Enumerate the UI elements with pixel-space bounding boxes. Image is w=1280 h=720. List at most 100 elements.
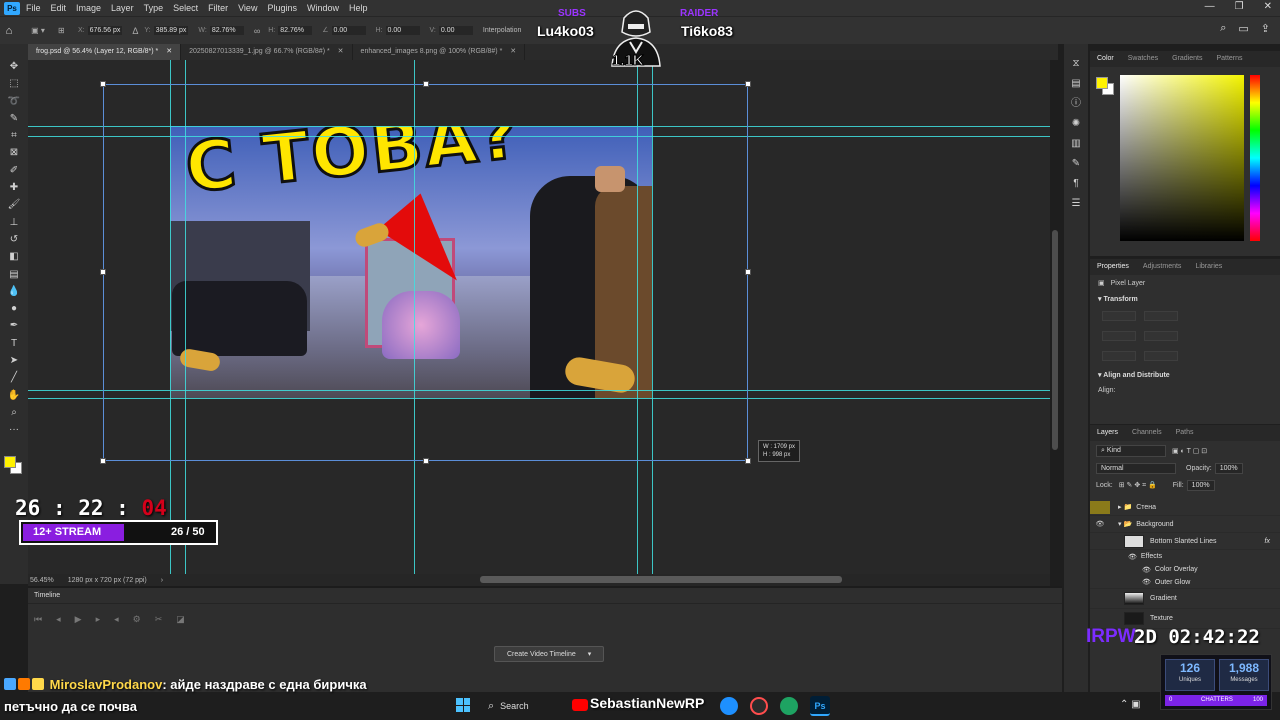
tab-adjustments[interactable]: Adjustments [1136,259,1189,275]
tab-channels[interactable]: Channels [1125,425,1169,441]
link-icon[interactable]: ∞ [254,26,260,36]
tab-swatches[interactable]: Swatches [1121,51,1165,67]
layer-row[interactable]: ▸ 📁 Стена [1090,499,1280,516]
menu-select[interactable]: Select [173,3,198,13]
color-fg-swatch[interactable] [1096,77,1108,89]
transform-handle-tr[interactable] [745,81,751,87]
align-section[interactable]: ▾ Align and Distribute [1090,367,1280,383]
brush-tool-icon[interactable]: 🖌 [0,196,28,213]
brush-settings-icon[interactable]: ▥ [1064,134,1088,154]
prop-flip-field[interactable] [1144,351,1178,361]
opacity-input[interactable]: 100% [1214,463,1243,474]
menu-type[interactable]: Type [144,3,164,13]
hand-tool-icon[interactable]: ✋ [0,387,28,404]
reference-point-icon[interactable]: ⊞ [58,26,78,35]
home-icon[interactable]: ⌂ [0,25,18,37]
zoom-tool-icon[interactable]: ⌕ [0,404,28,421]
move-tool-preset-icon[interactable]: ▣ ▾ [18,26,58,35]
transform-handle-t[interactable] [423,81,429,87]
layer-row[interactable]: 👁 ▾ 📂 Background [1090,516,1280,533]
height-field[interactable]: H: 82.76% [268,26,313,35]
brushes-icon[interactable]: ✺ [1064,114,1088,134]
prop-w-field[interactable] [1102,311,1136,321]
tab-enhanced-png[interactable]: enhanced_images 8.png @ 100% (RGB/8#) * … [353,44,526,60]
menu-file[interactable]: File [26,3,41,13]
comments-icon[interactable]: ▤ [1064,74,1088,94]
foreground-color-swatch[interactable] [4,456,16,468]
layer-row[interactable]: Gradient [1090,589,1280,609]
gradient-tool-icon[interactable]: ▤ [0,266,28,283]
chrome-icon[interactable] [780,697,798,715]
adjust-icon[interactable]: ✎ [1064,154,1088,174]
menu-layer[interactable]: Layer [111,3,134,13]
prev-frame-icon[interactable]: ◂ [56,614,61,625]
zoom-level[interactable]: 56.45% [30,577,54,584]
transform-section[interactable]: ▾ Transform [1090,291,1280,307]
effect-outer-glow[interactable]: 👁 Outer Glow [1090,576,1280,589]
layer-row[interactable]: Bottom Slanted Lines fx [1090,533,1280,550]
system-tray-icon[interactable]: ⌃ ▣ [1120,699,1141,710]
stamp-tool-icon[interactable]: ⊥ [0,214,28,231]
frame-tool-icon[interactable]: ⊠ [0,144,28,161]
menu-window[interactable]: Window [307,3,339,13]
healing-tool-icon[interactable]: ✚ [0,179,28,196]
path-select-tool-icon[interactable]: ➤ [0,352,28,369]
info-icon[interactable]: ⓘ [1064,94,1088,114]
chrome-icon[interactable] [720,697,738,715]
line-tool-icon[interactable]: ╱ [0,369,28,386]
first-frame-icon[interactable]: ⏮ [34,614,42,625]
tab-gradients[interactable]: Gradients [1165,51,1209,67]
status-arrow-icon[interactable]: › [161,577,163,584]
paragraph-icon[interactable]: ¶ [1064,174,1088,194]
quick-select-tool-icon[interactable]: ✎ [0,110,28,127]
transform-handle-r[interactable] [745,269,751,275]
tab-jpg[interactable]: 20250827013339_1.jpg @ 66.7% (RGB/8#) * … [181,44,353,60]
vertical-scrollbar[interactable] [1052,230,1058,450]
tab-libraries[interactable]: Libraries [1188,259,1229,275]
visibility-icon[interactable]: 👁 [1090,520,1110,528]
crop-tool-icon[interactable]: ⌗ [0,127,28,144]
eyedropper-tool-icon[interactable]: ✐ [0,162,28,179]
search-icon[interactable]: ⌕ [1220,22,1226,35]
sliders-icon[interactable]: ☰ [1064,194,1088,214]
tab-properties[interactable]: Properties [1090,259,1136,275]
transition-icon[interactable]: ◪ [176,614,185,625]
share-icon[interactable]: ⇪ [1261,22,1270,35]
app-icon[interactable] [750,697,768,715]
prop-h-field[interactable] [1102,331,1136,341]
prop-angle-field[interactable] [1102,351,1136,361]
photoshop-logo-icon[interactable]: Ps [4,1,20,15]
transform-bounding-box[interactable] [103,84,748,461]
color-picker-field[interactable] [1120,75,1244,241]
effect-color-overlay[interactable]: 👁 Color Overlay [1090,563,1280,576]
layer-filter-kind[interactable]: ⌕ Kind [1096,445,1166,457]
tab-patterns[interactable]: Patterns [1209,51,1249,67]
transform-handle-bl[interactable] [100,458,106,464]
hue-slider[interactable] [1250,75,1260,241]
prop-y-field[interactable] [1144,331,1178,341]
menu-view[interactable]: View [238,3,257,13]
width-field[interactable]: W: 82.76% [198,26,244,35]
type-tool-icon[interactable]: T [0,335,28,352]
move-tool-icon[interactable]: ✥ [0,58,28,75]
filter-icons[interactable]: ▣ ◐ T ▢ ⊡ [1172,447,1207,455]
blend-mode-select[interactable]: Normal [1096,463,1176,474]
lasso-tool-icon[interactable]: ➰ [0,93,28,110]
menu-help[interactable]: Help [349,3,368,13]
play-icon[interactable]: ▶ [75,614,82,625]
pen-tool-icon[interactable]: ✒ [0,317,28,334]
marquee-tool-icon[interactable]: ⬚ [0,75,28,92]
transform-handle-br[interactable] [745,458,751,464]
tab-paths[interactable]: Paths [1169,425,1201,441]
effect-eye-icon[interactable]: 👁 [1128,553,1137,561]
rotate-field[interactable]: ∠ 0.00 [322,26,366,35]
transform-handle-tl[interactable] [100,81,106,87]
settings-icon[interactable]: ⚙ [133,614,141,625]
canvas-workspace[interactable]: С ТОВА? W : 1709 px H : 998 px [28,60,1050,574]
transform-handle-l[interactable] [100,269,106,275]
taskbar-search[interactable]: ⌕ Search [482,697,572,715]
interpolation-label[interactable]: Interpolation [483,27,522,34]
relative-position-icon[interactable]: Δ [132,26,138,36]
x-field[interactable]: X: 676.56 px [78,26,123,35]
close-icon[interactable]: ✕ [1264,1,1272,12]
